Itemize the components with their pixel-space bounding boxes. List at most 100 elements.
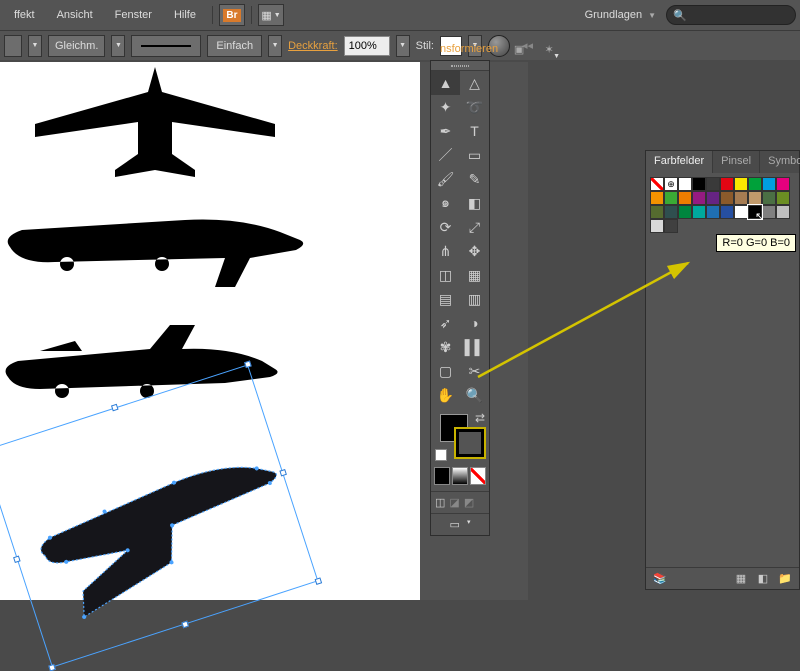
- tool-blob-brush[interactable]: ๑: [431, 191, 460, 215]
- tool-magic-wand[interactable]: ✦: [431, 95, 460, 119]
- color-mode-none[interactable]: [470, 467, 486, 485]
- tool-zoom[interactable]: 🔍: [460, 383, 489, 407]
- tool-hand[interactable]: ✋: [431, 383, 460, 407]
- swatch-color[interactable]: [706, 205, 720, 219]
- tool-pen[interactable]: ✒: [431, 119, 460, 143]
- tab-farbfelder[interactable]: Farbfelder: [646, 151, 713, 173]
- shape-airplane-side-1[interactable]: [0, 192, 310, 292]
- draw-inside-icon[interactable]: ◩: [464, 496, 474, 509]
- swatch-color[interactable]: [748, 177, 762, 191]
- stroke-weight-field[interactable]: [4, 35, 22, 57]
- swatch-color[interactable]: [734, 177, 748, 191]
- stroke-color[interactable]: [456, 429, 484, 457]
- opacity-dropdown[interactable]: ▼: [396, 35, 410, 57]
- swatch-options-icon[interactable]: ◧: [755, 572, 771, 586]
- stroke-weight-dropdown[interactable]: ▼: [28, 35, 42, 57]
- swatch-color[interactable]: [650, 219, 664, 233]
- change-screen-mode[interactable]: ▭▾: [431, 513, 489, 535]
- swatch-color[interactable]: [762, 177, 776, 191]
- swatch-color[interactable]: [678, 177, 692, 191]
- swatch-color[interactable]: [650, 191, 664, 205]
- swatch-color[interactable]: [762, 205, 776, 219]
- swatch-color[interactable]: [678, 191, 692, 205]
- new-group-icon[interactable]: 📁: [777, 572, 793, 586]
- variable-width-dropdown[interactable]: ▼: [111, 35, 125, 57]
- swatch-color[interactable]: [664, 205, 678, 219]
- tool-line-segment[interactable]: ／: [431, 143, 460, 167]
- color-mode-solid[interactable]: [434, 467, 450, 485]
- align-icon[interactable]: ▣: [510, 40, 528, 58]
- menu-effekt[interactable]: ffekt: [4, 3, 45, 27]
- color-mode-gradient[interactable]: [452, 467, 468, 485]
- show-kinds-icon[interactable]: ▦: [733, 572, 749, 586]
- swatch-color[interactable]: [692, 205, 706, 219]
- tool-eraser[interactable]: ◧: [460, 191, 489, 215]
- swatch-color[interactable]: [734, 191, 748, 205]
- brush-dropdown[interactable]: ▼: [268, 35, 282, 57]
- swatch-color[interactable]: [692, 177, 706, 191]
- tool-eyedropper[interactable]: ➶: [431, 311, 460, 335]
- menu-fenster[interactable]: Fenster: [105, 3, 162, 27]
- swatch-color[interactable]: [776, 177, 790, 191]
- tab-transform[interactable]: nsformieren: [440, 43, 498, 55]
- swatch-color[interactable]: [664, 219, 678, 233]
- swatch-color[interactable]: [776, 205, 790, 219]
- tab-symbole[interactable]: Symbol: [760, 151, 800, 173]
- tool-symbol-sprayer[interactable]: ✾: [431, 335, 460, 359]
- draw-behind-icon[interactable]: ◪: [449, 496, 459, 509]
- tool-scale[interactable]: ⤢: [460, 215, 489, 239]
- swatch-color[interactable]: [720, 191, 734, 205]
- workspace-switcher[interactable]: Grundlagen ▼: [585, 9, 656, 21]
- draw-mode-icon[interactable]: ◫: [435, 496, 445, 509]
- tool-direct-selection[interactable]: △: [460, 71, 489, 95]
- swatch-color[interactable]: [720, 177, 734, 191]
- swatch-color[interactable]: ↖: [748, 205, 762, 219]
- opacity-label-link[interactable]: Deckkraft:: [288, 40, 338, 52]
- arrange-documents-button[interactable]: ▦▼: [258, 4, 284, 26]
- brush-name[interactable]: Einfach: [207, 35, 262, 57]
- swatch-color[interactable]: [776, 191, 790, 205]
- menu-hilfe[interactable]: Hilfe: [164, 3, 206, 27]
- tool-free-transform[interactable]: ✥: [460, 239, 489, 263]
- bridge-button[interactable]: Br: [219, 4, 245, 26]
- tool-rectangle[interactable]: ▭: [460, 143, 489, 167]
- tab-pinsel[interactable]: Pinsel: [713, 151, 760, 173]
- tool-shape-builder[interactable]: ◫: [431, 263, 460, 287]
- swatch-color[interactable]: [720, 205, 734, 219]
- panel-grip[interactable]: [431, 61, 489, 71]
- search-input[interactable]: 🔍: [666, 5, 796, 25]
- tool-blend[interactable]: ◑: [460, 311, 489, 335]
- tool-pencil[interactable]: ✎: [460, 167, 489, 191]
- swatch-registration[interactable]: ⊕: [664, 177, 678, 191]
- search-field[interactable]: [691, 9, 789, 21]
- tool-column-graph[interactable]: ▌▌: [460, 335, 489, 359]
- swatch-color[interactable]: [748, 191, 762, 205]
- artboard[interactable]: [0, 62, 420, 600]
- swatch-libraries-icon[interactable]: 📚: [652, 572, 668, 586]
- swatch-color[interactable]: [692, 191, 706, 205]
- tool-rotate[interactable]: ⟳: [431, 215, 460, 239]
- tool-mesh[interactable]: ▤: [431, 287, 460, 311]
- swatch-none[interactable]: [650, 177, 664, 191]
- brush-definition[interactable]: [131, 35, 201, 57]
- default-fill-stroke-icon[interactable]: [435, 449, 447, 461]
- swatch-color[interactable]: [650, 205, 664, 219]
- swatch-color[interactable]: [734, 205, 748, 219]
- variable-width-profile[interactable]: Gleichm.: [48, 35, 105, 57]
- tool-artboard[interactable]: ▢: [431, 359, 460, 383]
- swatch-color[interactable]: [678, 205, 692, 219]
- opacity-value[interactable]: 100%: [344, 36, 390, 56]
- tool-gradient[interactable]: ▥: [460, 287, 489, 311]
- tool-paintbrush[interactable]: 🖌: [431, 167, 460, 191]
- swatch-color[interactable]: [706, 177, 720, 191]
- swatch-color[interactable]: [706, 191, 720, 205]
- tool-perspective-grid[interactable]: ▦: [460, 263, 489, 287]
- swatch-color[interactable]: [664, 191, 678, 205]
- shape-airplane-top[interactable]: [20, 62, 290, 182]
- tool-selection[interactable]: ▲: [431, 71, 460, 95]
- tool-width[interactable]: ⋔: [431, 239, 460, 263]
- swatch-color[interactable]: [762, 191, 776, 205]
- tool-slice[interactable]: ✂: [460, 359, 489, 383]
- pathfinder-icon[interactable]: ✶▼: [540, 40, 558, 58]
- swap-fill-stroke-icon[interactable]: ⇄: [475, 411, 485, 425]
